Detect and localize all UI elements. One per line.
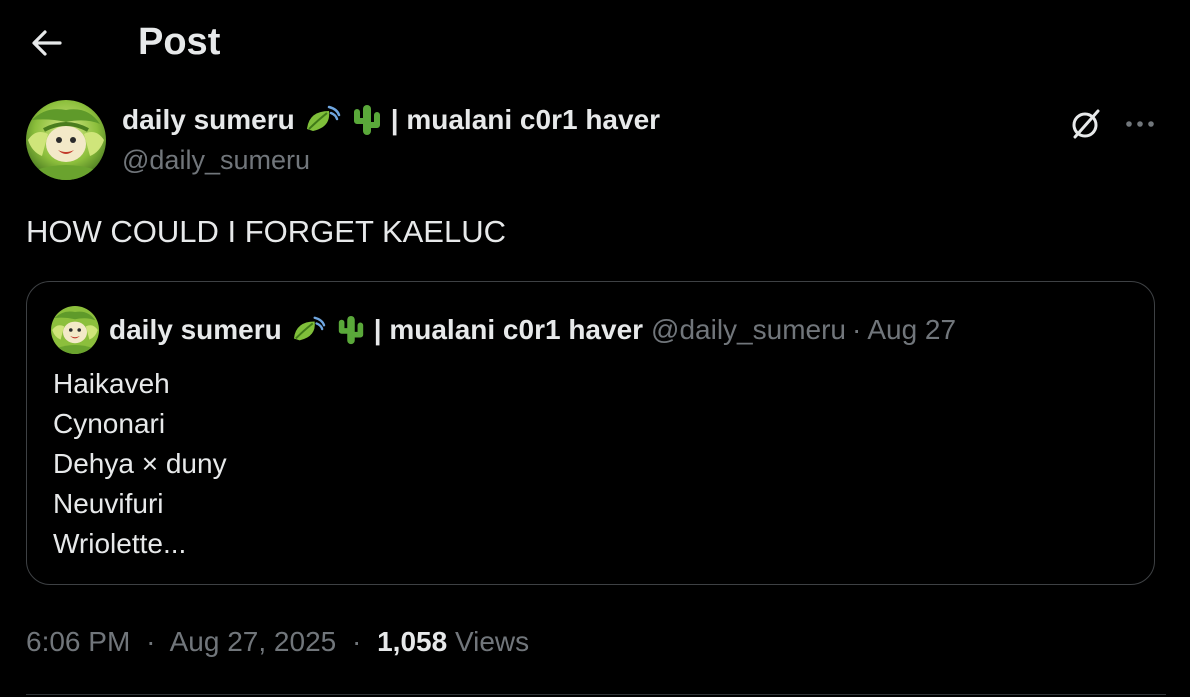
author-display-name: daily sumeru xyxy=(122,104,295,135)
cactus-emoji xyxy=(336,314,366,346)
quote-text: Haikaveh Cynonari Dehya × duny Neuvifuri… xyxy=(53,364,227,564)
more-options-button[interactable] xyxy=(1118,104,1162,144)
quote-line: Dehya × duny xyxy=(53,448,227,479)
quote-author-name-suffix: | mualani c0r1 haver xyxy=(373,314,644,345)
meta-separator: · xyxy=(146,626,156,657)
post-meta: 6:06 PM · Aug 27, 2025 · 1,058 Views xyxy=(26,622,529,662)
quoted-post[interactable]: daily sumeru | mualani c0r1 haver @daily… xyxy=(26,281,1155,585)
back-button[interactable] xyxy=(24,22,70,64)
grok-button[interactable] xyxy=(1066,104,1106,144)
post-time[interactable]: 6:06 PM xyxy=(26,626,130,657)
leaf-wind-emoji xyxy=(303,103,343,137)
quote-avatar xyxy=(51,306,99,354)
views-count: 1,058 xyxy=(377,626,448,657)
views-label: Views xyxy=(454,626,530,657)
post-author: daily sumeru | mualani c0r1 haver @daily… xyxy=(26,100,1166,182)
meta-separator: · xyxy=(352,626,362,657)
page-title: Post xyxy=(138,21,221,63)
quote-meta: daily sumeru | mualani c0r1 haver @daily… xyxy=(109,312,956,348)
post-text: HOW COULD I FORGET KAELUC xyxy=(26,214,506,249)
avatar[interactable] xyxy=(26,100,106,180)
author-name-suffix: | mualani c0r1 haver xyxy=(390,104,661,135)
top-bar: Post xyxy=(0,0,1190,86)
quote-author-handle: @daily_sumeru xyxy=(651,314,846,345)
quote-line: Neuvifuri xyxy=(53,488,164,519)
post-date[interactable]: Aug 27, 2025 xyxy=(170,626,337,657)
quote-separator: · xyxy=(852,314,862,345)
quote-header: daily sumeru | mualani c0r1 haver @daily… xyxy=(51,306,1141,356)
grok-icon xyxy=(1072,109,1100,139)
quote-line: Cynonari xyxy=(53,408,166,439)
quote-author-name: daily sumeru xyxy=(109,314,282,345)
arrow-left-icon xyxy=(32,30,62,56)
author-name[interactable]: daily sumeru | mualani c0r1 haver xyxy=(122,102,660,138)
quote-date: Aug 27 xyxy=(867,314,957,345)
leaf-wind-emoji xyxy=(290,314,328,346)
more-dots-icon xyxy=(1126,121,1154,127)
quote-line: Wriolette... xyxy=(53,528,187,559)
author-handle[interactable]: @daily_sumeru xyxy=(122,142,310,178)
quote-line: Haikaveh xyxy=(53,368,170,399)
divider xyxy=(26,694,1166,695)
cactus-emoji xyxy=(351,103,383,137)
